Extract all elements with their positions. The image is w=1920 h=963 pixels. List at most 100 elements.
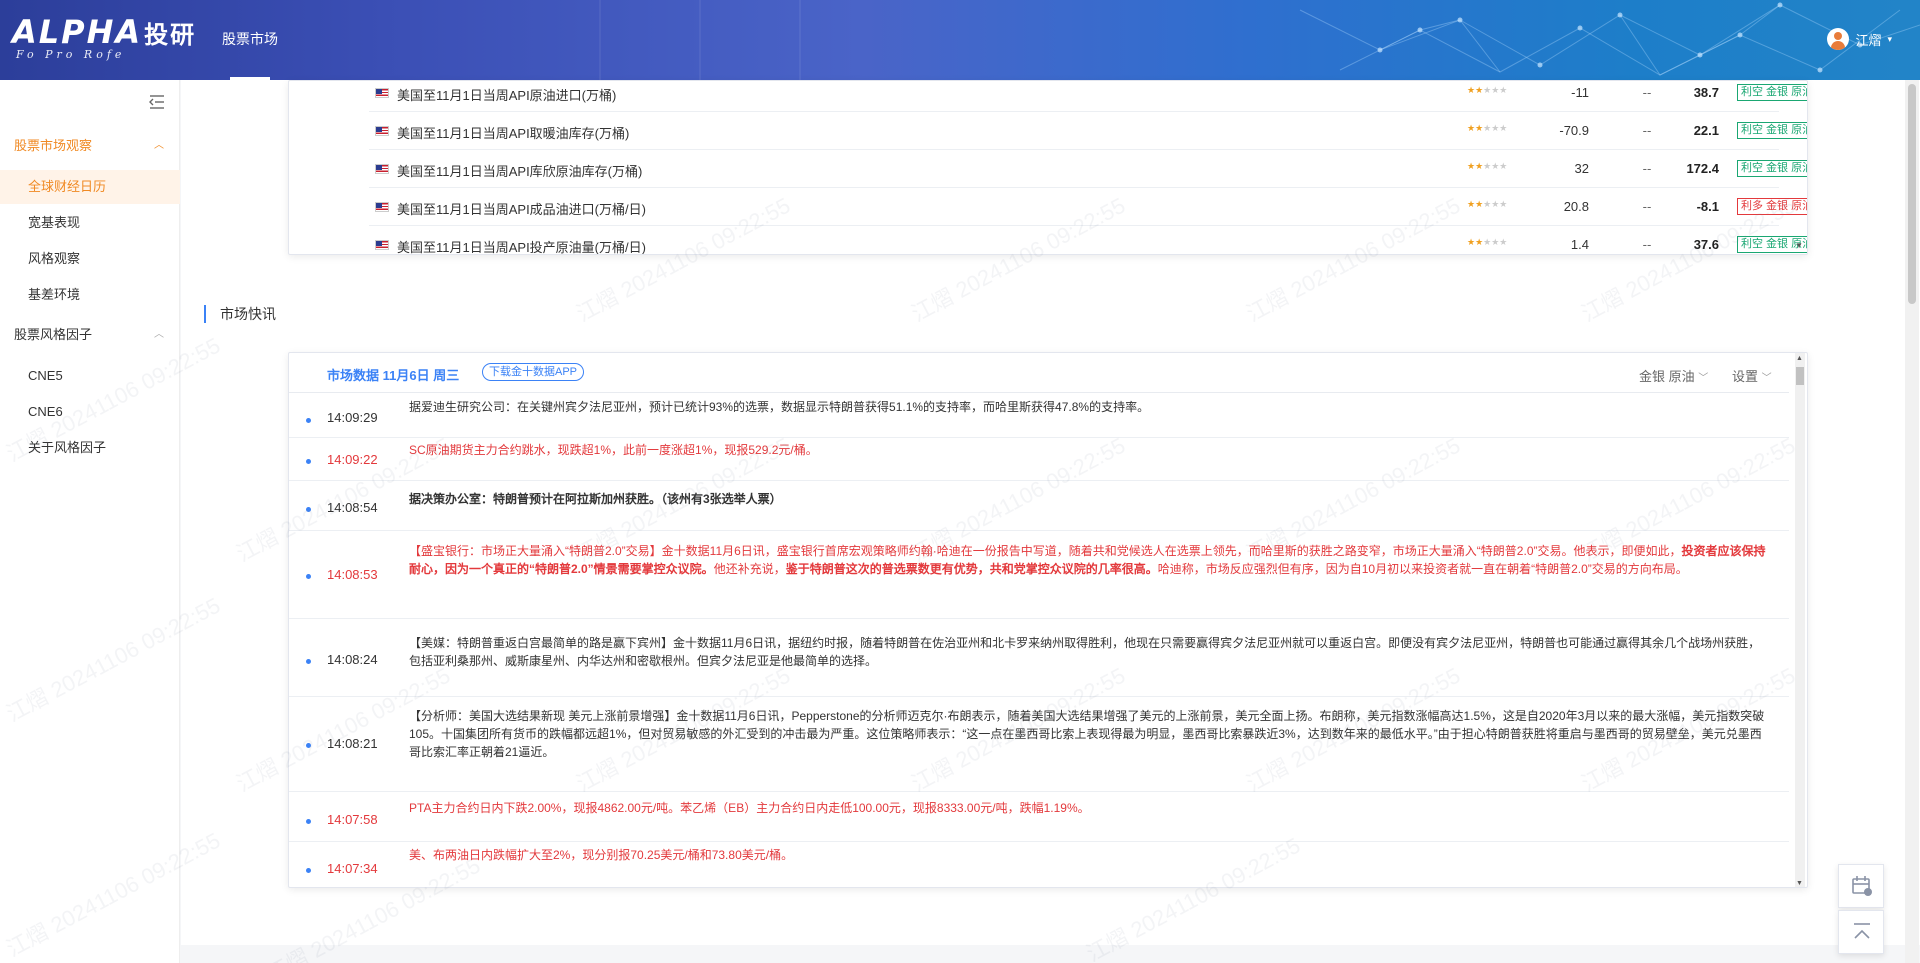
chevron-down-icon: ﹀ bbox=[1698, 373, 1709, 384]
expected-value: -- bbox=[1642, 237, 1652, 252]
user-avatar-icon bbox=[1827, 28, 1850, 50]
sidebar-item-cne6[interactable]: CNE6 bbox=[0, 395, 180, 429]
news-time: 14:09:22 bbox=[327, 452, 378, 467]
category-filter[interactable]: 金银 原油 ﹀ bbox=[1639, 366, 1708, 385]
expected-value: -- bbox=[1642, 161, 1652, 176]
sidebar-item-broad-base[interactable]: 宽基表现 bbox=[0, 206, 180, 240]
calendar-icon bbox=[1852, 876, 1872, 896]
menu-fold-icon[interactable] bbox=[148, 94, 166, 110]
timeline-dot bbox=[306, 507, 311, 512]
table-row: 美国至11月1日当周API原油进口(万桶) ★★★★★ -11 -- 38.7 … bbox=[369, 81, 1807, 112]
us-flag-icon bbox=[375, 202, 389, 212]
sidebar-item-style-observe[interactable]: 风格观察 bbox=[0, 242, 180, 276]
previous-value: 20.8 bbox=[1563, 199, 1589, 214]
sidebar-item-basis-env[interactable]: 基差环境 bbox=[0, 278, 180, 312]
timeline-dot bbox=[306, 819, 311, 824]
scroll-down-arrow[interactable]: ▼ bbox=[1795, 241, 1803, 250]
chevron-up-icon: ︿ bbox=[154, 140, 164, 151]
news-time: 14:08:21 bbox=[327, 736, 378, 751]
sidebar-item-about-factor[interactable]: 关于风格因子 bbox=[0, 431, 180, 465]
scroll-thumb[interactable] bbox=[1796, 367, 1804, 385]
logo[interactable]: ALPHA投研 bbox=[12, 16, 196, 51]
actual-value: 37.6 bbox=[1693, 237, 1719, 252]
menu-group-style-factor[interactable]: 股票风格因子 ︿ bbox=[0, 320, 180, 350]
timeline-dot bbox=[306, 868, 311, 873]
previous-value: 32 bbox=[1574, 161, 1589, 176]
impact-tag: 利空 金银 原油 bbox=[1737, 122, 1807, 139]
back-to-top-icon bbox=[1854, 923, 1870, 939]
us-flag-icon bbox=[375, 88, 389, 98]
user-menu[interactable]: 江熠 ▾ bbox=[1827, 28, 1892, 50]
list-item[interactable]: 14:07:58 PTA主力合约日内下跌2.00%，现报4862.00元/吨。苯… bbox=[289, 792, 1789, 842]
us-flag-icon bbox=[375, 126, 389, 136]
list-item[interactable]: 14:09:29 据爱迪生研究公司：在关键州宾夕法尼亚州，预计已统计93%的选票… bbox=[289, 394, 1789, 438]
user-name: 江熠 bbox=[1855, 32, 1882, 48]
sidebar-item-cne5[interactable]: CNE5 bbox=[0, 359, 180, 393]
indicator-name: 美国至11月1日当周API取暖油库存(万桶) bbox=[397, 126, 630, 141]
list-item[interactable]: 14:08:24 【美媒：特朗普重返白宫最简单的路是赢下宾州】金十数据11月6日… bbox=[289, 619, 1789, 697]
footer-strip bbox=[181, 945, 1920, 963]
menu-group-market-observe[interactable]: 股票市场观察 ︿ bbox=[0, 131, 180, 161]
list-item[interactable]: 14:08:21 【分析师：美国大选结果新现 美元上涨前景增强】金十数据11月6… bbox=[289, 697, 1789, 792]
back-to-top-button[interactable] bbox=[1838, 910, 1884, 954]
econ-calendar-panel: 美国至11月1日当周API原油进口(万桶) ★★★★★ -11 -- 38.7 … bbox=[288, 80, 1808, 255]
actual-value: -8.1 bbox=[1696, 199, 1719, 214]
importance-stars: ★★★★★ bbox=[1467, 161, 1508, 171]
scroll-down-arrow[interactable]: ▼ bbox=[1796, 880, 1803, 887]
download-app-button[interactable]: 下载金十数据APP bbox=[482, 363, 585, 381]
actual-value: 38.7 bbox=[1693, 85, 1719, 100]
indicator-name: 美国至11月1日当周API原油进口(万桶) bbox=[397, 88, 617, 103]
news-time: 14:07:34 bbox=[327, 861, 378, 876]
news-time: 14:08:54 bbox=[327, 500, 378, 515]
settings-dropdown[interactable]: 设置 ﹀ bbox=[1732, 366, 1772, 385]
list-item[interactable]: 14:08:54 据决策办公室：特朗普预计在阿拉斯加州获胜。（该州有3张选举人票… bbox=[289, 481, 1789, 531]
sidebar-item-global-calendar[interactable]: 全球财经日历 bbox=[0, 170, 180, 204]
timeline-dot bbox=[306, 574, 311, 579]
impact-tag: 利空 金银 原油 bbox=[1737, 160, 1807, 177]
scroll-up-arrow[interactable]: ▲ bbox=[1796, 355, 1803, 362]
page-scrollbar[interactable] bbox=[1905, 80, 1919, 963]
actual-value: 22.1 bbox=[1693, 123, 1719, 138]
timeline-dot bbox=[306, 418, 311, 423]
previous-value: -11 bbox=[1571, 85, 1589, 100]
news-time: 14:07:58 bbox=[327, 812, 378, 827]
calendar-float-button[interactable] bbox=[1838, 864, 1884, 908]
news-text: 【盛宝银行：市场正大量涌入“特朗普2.0”交易】金十数据11月6日讯，盛宝银行首… bbox=[409, 544, 1766, 576]
list-item[interactable]: 14:08:53 【盛宝银行：市场正大量涌入“特朗普2.0”交易】金十数据11月… bbox=[289, 531, 1789, 619]
actual-value: 172.4 bbox=[1686, 161, 1719, 176]
section-title-market-news: 市场快讯 bbox=[204, 305, 276, 323]
list-item[interactable]: 14:09:22 SC原油期货主力合约跳水，现跌超1%，此前一度涨超1%，现报5… bbox=[289, 438, 1789, 481]
us-flag-icon bbox=[375, 240, 389, 250]
news-time: 14:09:29 bbox=[327, 410, 378, 425]
timeline-dot bbox=[306, 743, 311, 748]
table-row: 美国至11月1日当周API取暖油库存(万桶) ★★★★★ -70.9 -- 22… bbox=[369, 112, 1807, 150]
news-text: PTA主力合约日内下跌2.00%，现报4862.00元/吨。苯乙烯（EB）主力合… bbox=[409, 801, 1090, 815]
indicator-name: 美国至11月1日当周API投产原油量(万桶/日) bbox=[397, 240, 646, 255]
news-text: 【美媒：特朗普重返白宫最简单的路是赢下宾州】金十数据11月6日讯，据纽约时报，随… bbox=[409, 636, 1761, 668]
timeline-dot bbox=[306, 459, 311, 464]
previous-value: 1.4 bbox=[1570, 237, 1589, 252]
news-panel: 市场数据 11月6日 周三 下载金十数据APP 金银 原油 ﹀ 设置 ﹀ 14:… bbox=[288, 352, 1808, 888]
indicator-name: 美国至11月1日当周API库欣原油库存(万桶) bbox=[397, 164, 643, 179]
table-row: 美国至11月1日当周API投产原油量(万桶/日) ★★★★★ 1.4 -- 37… bbox=[369, 226, 1807, 255]
sidebar: 股票市场观察 ︿ 全球财经日历 宽基表现 风格观察 基差环境 股票风格因子 ︿ … bbox=[0, 80, 180, 963]
importance-stars: ★★★★★ bbox=[1467, 85, 1508, 95]
page-scroll-thumb[interactable] bbox=[1908, 84, 1916, 304]
us-flag-icon bbox=[375, 164, 389, 174]
logo-subtitle: Fo Pro Rofe bbox=[16, 48, 126, 61]
expected-value: -- bbox=[1642, 123, 1652, 138]
impact-tag: 利多 金银 原油 bbox=[1737, 198, 1807, 215]
timeline-dot bbox=[306, 659, 311, 664]
chevron-down-icon: ▾ bbox=[1887, 33, 1892, 44]
nav-tab-stock-market[interactable]: 股票市场 bbox=[210, 0, 290, 80]
news-scrollbar[interactable]: ▲ ▼ bbox=[1795, 353, 1805, 887]
list-item[interactable]: 14:07:34 美、布两油日内跌幅扩大至2%，现分别报70.25美元/桶和73… bbox=[289, 842, 1789, 887]
top-bar: ALPHA投研 Fo Pro Rofe 股票市场 江熠 ▾ bbox=[0, 0, 1920, 80]
news-time: 14:08:53 bbox=[327, 567, 378, 582]
news-text: 据决策办公室：特朗普预计在阿拉斯加州获胜。（该州有3张选举人票） bbox=[409, 492, 782, 506]
expected-value: -- bbox=[1642, 199, 1652, 214]
expected-value: -- bbox=[1642, 85, 1652, 100]
previous-value: -70.9 bbox=[1559, 123, 1589, 138]
news-text: 据爱迪生研究公司：在关键州宾夕法尼亚州，预计已统计93%的选票，数据显示特朗普获… bbox=[409, 400, 1150, 414]
chevron-up-icon: ︿ bbox=[154, 329, 164, 340]
